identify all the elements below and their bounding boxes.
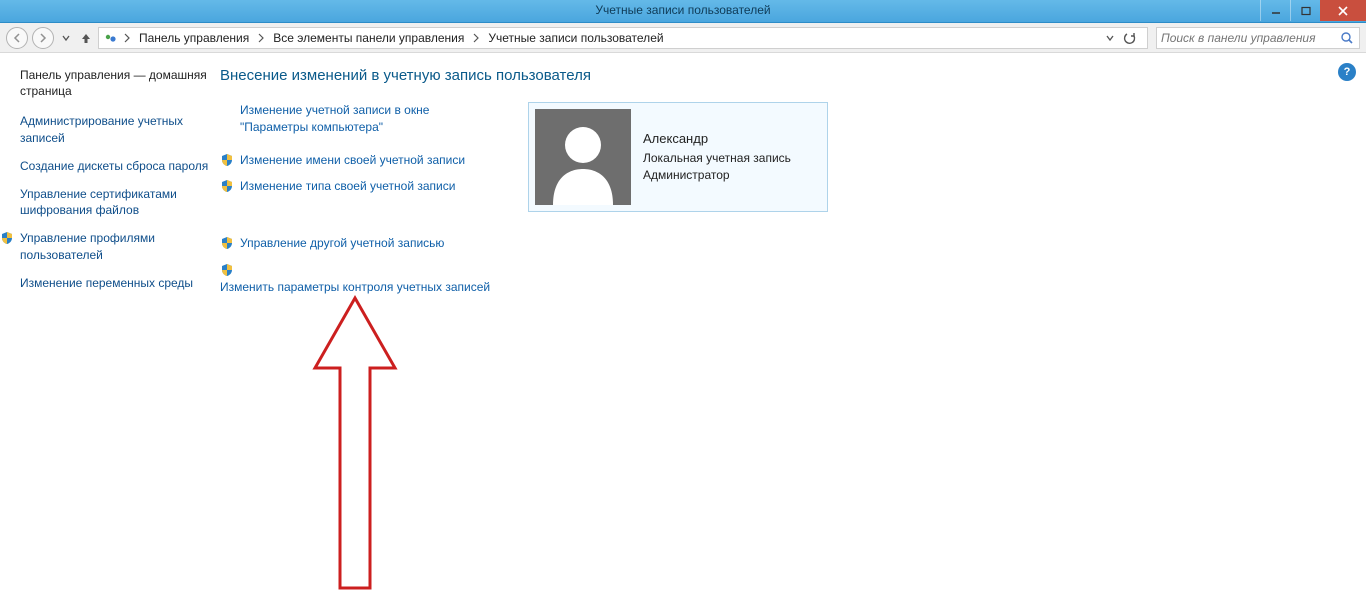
shield-icon — [0, 231, 14, 245]
sidebar-heading: Панель управления — домашняя страница — [20, 67, 212, 99]
chevron-right-icon[interactable] — [255, 33, 267, 43]
sidebar: Панель управления — домашняя страница Ад… — [0, 53, 220, 614]
sidebar-link-encryption-certs[interactable]: Управление сертификатами шифрования файл… — [20, 186, 212, 218]
nav-forward-button[interactable] — [32, 27, 54, 49]
search-input[interactable] — [1161, 31, 1339, 45]
action-manage-other[interactable]: Управление другой учетной записью — [220, 235, 500, 252]
crumb-all-items[interactable]: Все элементы панели управления — [267, 28, 470, 48]
action-change-type[interactable]: Изменение типа своей учетной записи — [220, 178, 500, 195]
sidebar-link-env-vars[interactable]: Изменение переменных среды — [20, 275, 212, 291]
close-button[interactable] — [1320, 0, 1366, 21]
user-name: Александр — [643, 130, 791, 148]
user-meta: Александр Локальная учетная запись Админ… — [643, 130, 791, 184]
shield-icon — [220, 179, 234, 193]
minimize-button[interactable] — [1260, 0, 1290, 21]
search-box[interactable] — [1156, 27, 1360, 49]
main-panel: Внесение изменений в учетную запись поль… — [220, 53, 1366, 614]
main-heading: Внесение изменений в учетную запись поль… — [220, 67, 1346, 84]
user-type: Локальная учетная запись — [643, 150, 791, 167]
action-change-in-settings[interactable]: Изменение учетной записи в окне "Парамет… — [240, 102, 500, 136]
action-list: Изменение учетной записи в окне "Парамет… — [220, 102, 500, 306]
shield-icon — [220, 153, 234, 167]
shield-icon — [220, 263, 234, 277]
sidebar-link-admin-accounts[interactable]: Администрирование учетных записей — [20, 113, 212, 145]
sidebar-link-user-profiles[interactable]: Управление профилями пользователей — [0, 230, 212, 262]
search-icon[interactable] — [1339, 30, 1355, 46]
crumb-control-panel[interactable]: Панель управления — [133, 28, 255, 48]
crumb-user-accounts[interactable]: Учетные записи пользователей — [482, 28, 669, 48]
chevron-right-icon[interactable] — [121, 33, 133, 43]
content-area: ? Панель управления — домашняя страница … — [0, 53, 1366, 614]
window-controls — [1260, 0, 1366, 21]
window-title: Учетные записи пользователей — [595, 3, 770, 17]
breadcrumb-root-icon[interactable] — [103, 30, 119, 46]
recent-locations-button[interactable] — [58, 30, 74, 46]
action-change-name[interactable]: Изменение имени своей учетной записи — [220, 152, 500, 169]
refresh-button[interactable] — [1121, 29, 1139, 47]
breadcrumb[interactable]: Панель управления Все элементы панели уп… — [98, 27, 1148, 49]
nav-up-button[interactable] — [78, 30, 94, 46]
maximize-button[interactable] — [1290, 0, 1320, 21]
titlebar: Учетные записи пользователей — [0, 0, 1366, 23]
avatar — [535, 109, 631, 205]
sidebar-link-password-reset-disk[interactable]: Создание дискеты сброса пароля — [20, 158, 212, 174]
chevron-right-icon[interactable] — [470, 33, 482, 43]
action-change-uac[interactable]: Изменить параметры контроля учетных запи… — [220, 262, 500, 296]
nav-back-button[interactable] — [6, 27, 28, 49]
user-card: Александр Локальная учетная запись Админ… — [528, 102, 828, 212]
user-role: Администратор — [643, 167, 791, 184]
history-dropdown-button[interactable] — [1101, 29, 1119, 47]
shield-icon — [220, 236, 234, 250]
address-bar: Панель управления Все элементы панели уп… — [0, 23, 1366, 53]
